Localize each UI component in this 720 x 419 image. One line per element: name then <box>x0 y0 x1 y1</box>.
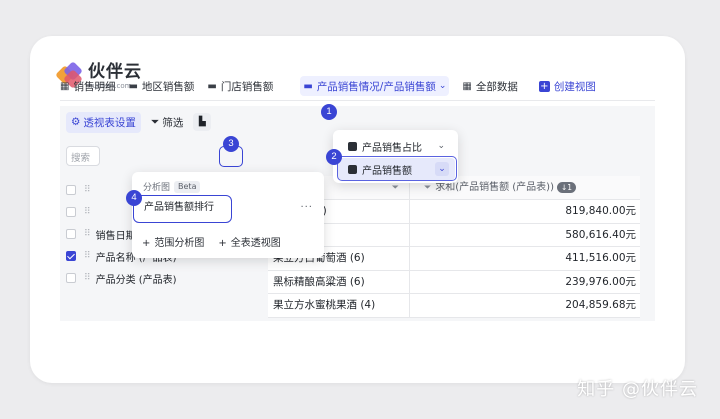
analysis-title-label: 分析图 <box>143 183 171 193</box>
analysis-title: 分析图 Beta <box>143 180 201 193</box>
tab-sales-detail[interactable]: ▦ 销售明细 <box>60 76 115 96</box>
row-value: 204,859.68元 <box>565 299 636 311</box>
list-item[interactable]: ⠿ 产品分类 (产品表) <box>66 270 177 286</box>
folder-icon: ▬ <box>207 80 217 92</box>
checkbox[interactable] <box>66 207 76 217</box>
plus-icon: + <box>538 80 550 92</box>
folder-icon: ▬ <box>303 80 313 92</box>
beta-badge: Beta <box>174 180 201 193</box>
chevron-down-icon[interactable]: ⌄ <box>437 141 445 151</box>
plus-icon: + <box>218 238 227 249</box>
highlight-ring <box>337 156 457 181</box>
drag-handle-icon[interactable]: ⠿ <box>84 207 91 217</box>
checkbox-checked[interactable] <box>66 251 76 261</box>
filter-icon[interactable]: ⏷ <box>424 183 431 193</box>
sum-column-label: 求和(产品销售额 (产品表)) <box>435 182 554 193</box>
tab-divider <box>60 100 655 101</box>
row-value: 580,616.40元 <box>565 228 636 241</box>
pivot-settings-label: 透视表设置 <box>83 116 136 129</box>
sort-badge: ↓1 <box>557 181 577 193</box>
view-option-sales-share[interactable]: 产品销售占比 ⌄ <box>338 135 455 157</box>
list-item[interactable]: ⠿ <box>66 204 96 220</box>
drag-handle-icon[interactable]: ⠿ <box>84 251 91 261</box>
tab-region-sales[interactable]: ▬ 地区销售额 <box>128 76 194 96</box>
field-label: 销售日期 <box>95 230 136 242</box>
checkbox[interactable] <box>66 229 76 239</box>
settings-icon: ⚙ <box>71 116 81 128</box>
row-value: 819,840.00元 <box>565 205 636 217</box>
view-option-label: 产品销售占比 <box>362 142 422 154</box>
drag-handle-icon[interactable]: ⠿ <box>84 185 91 195</box>
tab-all-data[interactable]: ▦ 全部数据 <box>462 76 517 96</box>
drag-handle-icon[interactable]: ⠿ <box>84 229 91 239</box>
create-view-button[interactable]: + 创建视图 <box>538 76 596 96</box>
chart-view-icon <box>348 141 357 151</box>
watermark: 知乎 @伙伴云 <box>577 379 698 400</box>
tab-product-sales[interactable]: ▬ 产品销售情况/产品销售额 ⌄ <box>300 76 450 96</box>
grid-icon: ▦ <box>60 80 70 92</box>
tab-label: 门店销售额 <box>220 80 274 93</box>
tab-label: 产品销售情况/产品销售额 <box>316 80 436 93</box>
row-value: 239,976.00元 <box>565 275 636 288</box>
row-name: 果立方水蜜桃果酒 (4) <box>268 294 410 317</box>
chevron-down-icon[interactable]: ⌄ <box>439 81 447 91</box>
pivot-toolbar: ⚙ 透视表设置 ⏷ 筛选 ▙ <box>60 106 260 138</box>
pivot-settings-button[interactable]: ⚙ 透视表设置 <box>66 111 141 133</box>
field-label: 产品分类 (产品表) <box>95 274 177 286</box>
tab-store-sales[interactable]: ▬ 门店销售额 <box>207 76 273 96</box>
checkbox[interactable] <box>66 185 76 195</box>
more-icon[interactable]: ··· <box>300 196 313 220</box>
field-search-input[interactable]: 搜索 <box>66 146 100 166</box>
filter-icon: ⏷ <box>150 115 160 128</box>
tab-label: 创建视图 <box>553 80 596 93</box>
step-badge: 4 <box>126 190 142 206</box>
step-badge: 1 <box>321 104 337 120</box>
folder-icon: ▬ <box>128 80 138 92</box>
table-row[interactable]: 果立方水蜜桃果酒 (4) 204,859.68元 <box>268 294 640 318</box>
filter-label: 筛选 <box>162 116 184 129</box>
row-value: 411,516.00元 <box>565 252 636 264</box>
tab-label: 地区销售额 <box>141 80 195 93</box>
row-name: 黑标精酿高粱酒 (6) <box>268 270 410 293</box>
range-analysis-button[interactable]: + 范围分析图 <box>142 234 204 249</box>
full-pivot-chart-button[interactable]: + 全表透视图 <box>218 234 280 249</box>
table-row[interactable]: 黑标精酿高粱酒 (6) 239,976.00元 <box>268 270 640 294</box>
plus-icon: + <box>142 238 151 249</box>
grid-icon: ▦ <box>462 80 472 92</box>
tab-label: 全部数据 <box>475 80 518 93</box>
step-badge: 3 <box>223 136 239 152</box>
list-item[interactable]: ⠿ 销售日期 <box>66 226 136 242</box>
tab-label: 销售明细 <box>73 80 116 93</box>
view-tabs: ▦ 销售明细 ▬ 地区销售额 ▬ 门店销售额 ▬ 产品销售情况/产品销售额 ⌄ … <box>60 74 609 98</box>
list-item[interactable]: ⠿ <box>66 182 96 198</box>
chart-icon[interactable]: ▙ <box>193 113 212 131</box>
checkbox[interactable] <box>66 273 76 283</box>
step-badge: 2 <box>326 149 342 165</box>
highlight-ring <box>133 195 232 223</box>
drag-handle-icon[interactable]: ⠿ <box>84 273 91 283</box>
range-analysis-label: 范围分析图 <box>154 238 205 249</box>
field-list: 搜索 ⠿ ⠿ ⠿ 销售日期 ⠿ 产品名称 (产品表) ⠿ 产品分类 (产品表) <box>66 146 214 286</box>
full-pivot-chart-label: 全表透视图 <box>230 238 281 249</box>
analysis-actions: + 范围分析图 + 全表透视图 <box>142 234 295 249</box>
filter-button[interactable]: ⏷ 筛选 <box>151 115 183 130</box>
